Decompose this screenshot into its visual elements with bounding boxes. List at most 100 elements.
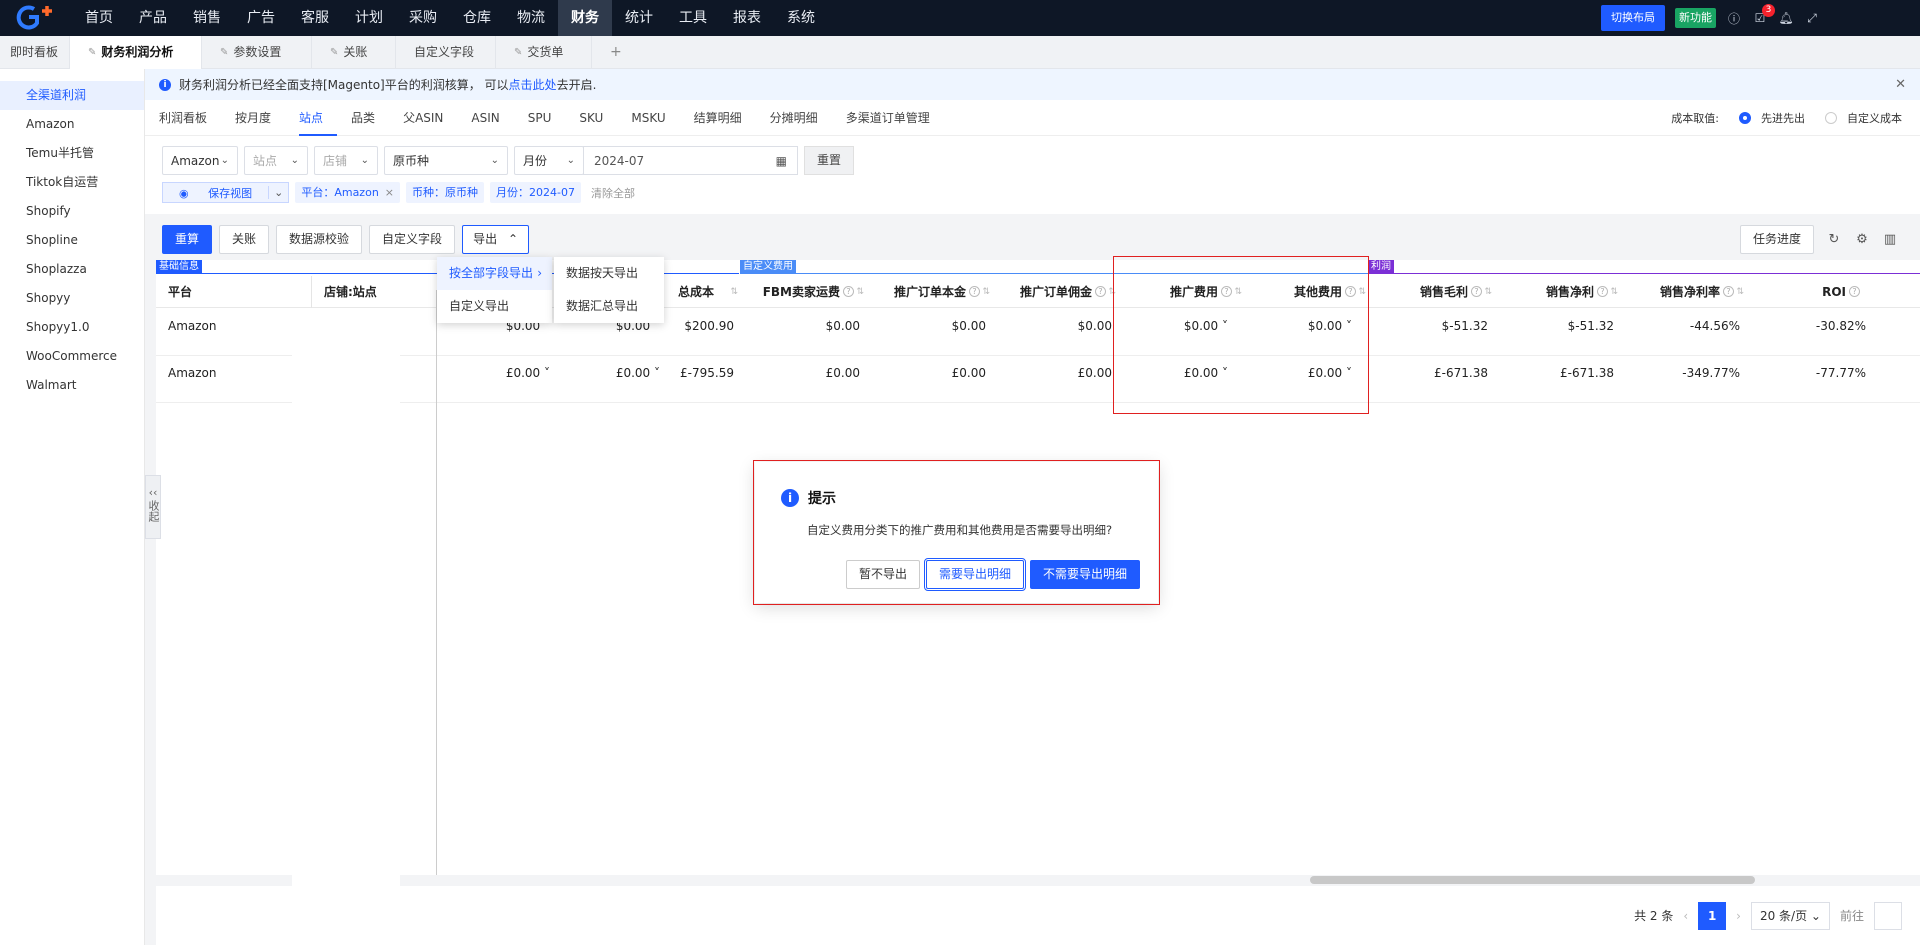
chip-month[interactable]: 月份：2024-07 [490,182,581,203]
reset-button[interactable]: 重置 [804,146,855,175]
task-icon[interactable]: ☑ 3 [1752,4,1775,26]
col-fbm[interactable]: FBM卖家运费? ⇅ [740,276,866,308]
verify-source-button[interactable]: 数据源校验 [276,225,363,254]
chip-currency[interactable]: 币种：原币种 [406,182,485,203]
columns-icon[interactable]: ▥ [1882,232,1898,248]
nav-purchase[interactable]: 采购 [396,0,450,36]
collapse-sidebar-button[interactable]: ‹‹ 收起 [145,475,161,539]
sidebar-item-all-channel[interactable]: 全渠道利润 [0,81,144,110]
sidebar-item-shopyy[interactable]: Shopyy [0,284,144,313]
notice-link[interactable]: 点击此处 [509,76,557,93]
col-promo-principal[interactable]: 推广订单本金? ⇅ [866,276,992,308]
col-promo-commission[interactable]: 推广订单佣金? ⇅ [992,276,1118,308]
nav-tools[interactable]: 工具 [666,0,720,36]
tab-profit-board[interactable]: 利润看板 [159,100,221,136]
close-icon[interactable]: ✕ [1895,77,1906,92]
sidebar-item-walmart[interactable]: Walmart [0,371,144,400]
tab-delivery[interactable]: ✎ 交货单 [496,36,592,69]
fullscreen-icon[interactable]: ⤢ [1804,10,1820,26]
goto-page-input[interactable] [1874,901,1902,930]
tab-site[interactable]: 站点 [299,100,338,136]
nav-product[interactable]: 产品 [126,0,180,36]
sidebar-item-shopline[interactable]: Shopline [0,226,144,255]
tab-msku[interactable]: MSKU [631,100,679,136]
tab-multichannel[interactable]: 多渠道订单管理 [846,100,944,136]
next-page-icon[interactable]: › [1736,909,1741,923]
save-view-button[interactable]: ◉ 保存视图 ⌄ [162,182,290,203]
sidebar-item-temu[interactable]: Temu半托管 [0,139,144,168]
nav-service[interactable]: 客服 [288,0,342,36]
chevron-down-icon[interactable]: ⌄ [268,186,288,199]
col-net-rate[interactable]: 销售净利率? ⇅ [1620,276,1746,308]
gear-icon[interactable]: ⚙ [1854,232,1870,248]
col-gross-profit[interactable]: 销售毛利? ⇅ [1368,276,1494,308]
store-select[interactable]: 店铺 ⌄ [314,146,378,175]
tab-settlement[interactable]: 结算明细 [694,100,756,136]
nav-ads[interactable]: 广告 [234,0,288,36]
table-row[interactable]: Amazon $0.00 ˅ $0.00 ˅ $200.90 $0.00 $0.… [156,309,1920,356]
month-picker[interactable]: 2024-07 ▦ [583,146,798,175]
add-tab-button[interactable]: + [592,36,642,69]
sidebar-item-shoplazza[interactable]: Shoplazza [0,255,144,284]
sort-icon[interactable]: ⇅ [856,276,864,308]
sidebar-item-shopyy1[interactable]: Shopyy1.0 [0,313,144,342]
export-button[interactable]: 导出 ⌃ [462,225,530,254]
nav-stats[interactable]: 统计 [612,0,666,36]
recalc-button[interactable]: 重算 [162,225,213,254]
chip-platform[interactable]: 平台：Amazon × [295,182,401,203]
tab-profit-analysis[interactable]: ✎ 财务利润分析 [70,36,202,69]
col-roi[interactable]: ROI? [1746,276,1872,308]
page-1-button[interactable]: 1 [1698,901,1727,930]
bell-icon[interactable]: 🔔︎ [1778,10,1794,26]
new-features-button[interactable]: 新功能 [1675,8,1716,28]
currency-select[interactable]: 原币种 ⌄ [384,146,508,175]
sort-icon[interactable]: ⇅ [982,276,990,308]
horizontal-scrollbar[interactable] [1310,876,1755,884]
tab-asin[interactable]: ASIN [471,100,513,136]
tab-close-account[interactable]: ✎ 关账 [312,36,396,69]
nav-plan[interactable]: 计划 [342,0,396,36]
task-progress-button[interactable]: 任务进度 [1739,225,1814,254]
custom-export-item[interactable]: 自定义导出 [437,290,552,323]
col-total-cost[interactable]: 总成本 ⇅ [656,276,740,308]
table-row[interactable]: Amazon £0.00 ˅ £0.00 ˅ £-795.59 £0.00 £0… [156,356,1920,403]
sidebar-item-amazon[interactable]: Amazon [0,110,144,139]
nav-finance[interactable]: 财务 [558,0,612,36]
tab-dashboard[interactable]: 即时看板 [0,36,70,69]
custom-field-button[interactable]: 自定义字段 [369,225,456,254]
help-icon[interactable]: ⓘ [1726,10,1742,26]
site-select[interactable]: 站点 ⌄ [244,146,308,175]
close-icon[interactable]: × [385,186,394,199]
refresh-icon[interactable]: ↻ [1826,232,1842,248]
nav-system[interactable]: 系统 [774,0,828,36]
export-daily-item[interactable]: 数据按天导出 [554,257,664,290]
period-select[interactable]: 月份 ⌄ [514,146,584,175]
radio-fifo[interactable] [1739,112,1751,124]
platform-select[interactable]: Amazon ⌄ [162,146,238,175]
sort-icon[interactable]: ⇅ [730,276,738,308]
sidebar-item-tiktok[interactable]: Tiktok自运营 [0,168,144,197]
nav-logistics[interactable]: 物流 [504,0,558,36]
sort-icon[interactable]: ⇅ [1736,276,1744,308]
switch-layout-button[interactable]: 切换布局 [1601,5,1665,31]
sort-icon[interactable]: ⇅ [1610,276,1618,308]
col-net-profit[interactable]: 销售净利? ⇅ [1494,276,1620,308]
tab-parent-asin[interactable]: 父ASIN [403,100,457,136]
radio-custom-cost[interactable] [1825,112,1837,124]
nav-warehouse[interactable]: 仓库 [450,0,504,36]
clear-all-button[interactable]: 清除全部 [591,185,635,201]
tab-sku[interactable]: SKU [579,100,617,136]
tab-monthly[interactable]: 按月度 [235,100,285,136]
prev-page-icon[interactable]: ‹ [1683,909,1688,923]
tab-params[interactable]: ✎ 参数设置 [202,36,312,69]
tab-category[interactable]: 品类 [351,100,389,136]
nav-home[interactable]: 首页 [72,0,126,36]
tab-custom-fields[interactable]: 自定义字段 [396,36,496,69]
export-all-fields-item[interactable]: 按全部字段导出 › [437,257,552,290]
close-account-button[interactable]: 关账 [219,225,270,254]
export-summary-item[interactable]: 数据汇总导出 [554,290,664,323]
sidebar-item-shopify[interactable]: Shopify [0,197,144,226]
tab-allocation[interactable]: 分摊明细 [770,100,832,136]
nav-sales[interactable]: 销售 [180,0,234,36]
sidebar-item-woocommerce[interactable]: WooCommerce [0,342,144,371]
